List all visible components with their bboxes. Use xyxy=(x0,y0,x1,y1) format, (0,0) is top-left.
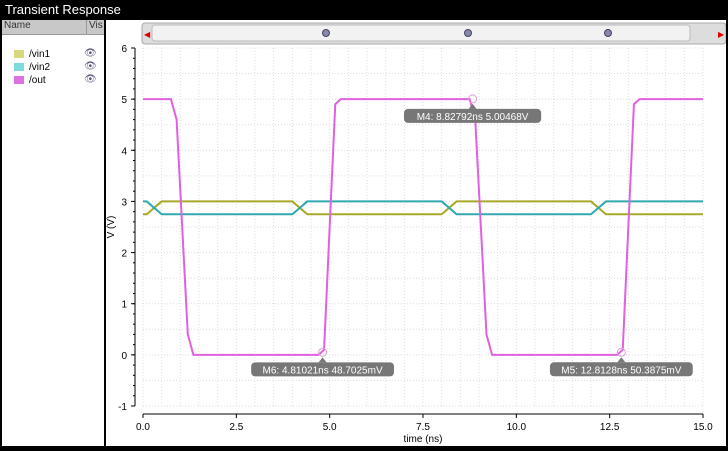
y-tick-label: 0 xyxy=(121,351,127,362)
marker-pointer xyxy=(318,357,327,363)
marker-label: M5: 12.8128ns 50.3875mV xyxy=(561,365,681,376)
transient-chart[interactable]: ◀ ▶ -1 0 1 2 3 4 5 6 0.0 2.5 5.0 7.5 10.0 12.5 15.0 time … xyxy=(106,20,727,446)
color-swatch xyxy=(14,50,24,58)
x-tick-label: 5.0 xyxy=(323,422,337,433)
legend-item-out[interactable]: /out xyxy=(8,74,46,86)
y-tick-label: -1 xyxy=(118,402,127,413)
name-column-header: Name xyxy=(2,20,87,34)
marker-label: M4: 8.82792ns 5.00468V xyxy=(417,112,529,123)
x-tick-label: 10.0 xyxy=(507,422,527,433)
legend-label: /out xyxy=(29,74,46,86)
scroll-right-arrow-icon[interactable]: ▶ xyxy=(718,30,725,39)
y-tick-label: 3 xyxy=(121,197,127,208)
color-swatch xyxy=(14,63,24,71)
y-tick-label: 6 xyxy=(121,44,127,55)
scrollbar-grip-icon xyxy=(604,29,612,37)
x-tick-label: 7.5 xyxy=(416,422,430,433)
legend-item-vin2[interactable]: /vin2 xyxy=(8,61,50,73)
vis-column-header: Vis xyxy=(89,20,103,31)
y-tick-label: 4 xyxy=(121,146,127,157)
scroll-left-arrow-icon[interactable]: ◀ xyxy=(144,30,151,39)
x-tick-label: 0.0 xyxy=(136,422,150,433)
eye-icon[interactable]: 👁 xyxy=(84,48,97,59)
legend-label: /vin1 xyxy=(29,48,51,60)
y-tick-label: 2 xyxy=(121,249,127,260)
y-axis-label: V (V) xyxy=(106,216,117,239)
marker-label: M6: 4.81021ns 48.7025mV xyxy=(263,365,383,376)
plot-panel: ◀ ▶ -1 0 1 2 3 4 5 6 0.0 2.5 5.0 7.5 10.0 12.5 15.0 time … xyxy=(106,20,727,446)
window-title: Transient Response xyxy=(0,0,728,20)
scrollbar-grip-icon xyxy=(464,29,472,37)
y-tick-label: 5 xyxy=(121,95,127,106)
x-tick-label: 12.5 xyxy=(600,422,620,433)
marker-pointer xyxy=(468,103,477,109)
x-tick-label: 2.5 xyxy=(229,422,243,433)
legend-item-vin1[interactable]: /vin1 xyxy=(8,48,50,60)
scrollbar-grip-icon xyxy=(322,29,330,37)
y-tick-label: 1 xyxy=(121,300,127,311)
signal-legend-panel: Name Vis /vin1 /vin2 /out 👁 👁 👁 xyxy=(2,20,104,446)
eye-icon[interactable]: 👁 xyxy=(84,61,97,72)
x-axis-label: time (ns) xyxy=(404,434,443,445)
x-tick-label: 15.0 xyxy=(693,422,713,433)
legend-label: /vin2 xyxy=(29,61,51,73)
eye-icon[interactable]: 👁 xyxy=(84,74,97,85)
marker-pointer xyxy=(617,357,626,363)
color-swatch xyxy=(14,76,24,84)
